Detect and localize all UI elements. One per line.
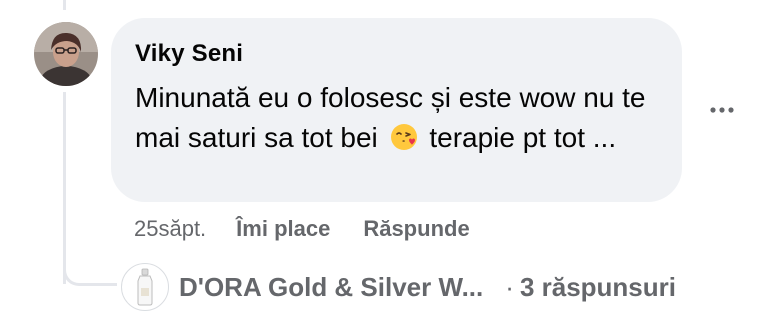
more-options-button[interactable] [702, 96, 742, 124]
reply-separator: · [505, 271, 514, 302]
comment-actions: 25săpt. Îmi place Răspunde [134, 215, 503, 243]
comment-timestamp[interactable]: 25săpt. [134, 216, 206, 242]
reply-count: 3 răspunsuri [519, 271, 676, 302]
replier-avatar [121, 263, 169, 311]
comment-text-part2: terapie pt tot ... [429, 122, 617, 153]
replier-name: D'ORA Gold & Silver W... [179, 271, 484, 302]
view-replies-link[interactable]: D'ORA Gold & Silver W... · 3 răspunsuri [121, 262, 676, 312]
comment-thread: Viky Seni Minunată eu o folosesc și este… [0, 0, 772, 314]
like-button[interactable]: Îmi place [236, 216, 330, 242]
avatar[interactable] [34, 22, 98, 86]
comment-bubble: Viky Seni Minunată eu o folosesc și este… [111, 18, 682, 202]
reply-button[interactable]: Răspunde [363, 216, 469, 242]
brand-bottle-logo-icon [137, 268, 153, 306]
comment-author[interactable]: Viky Seni [135, 40, 658, 68]
more-options-icon [710, 107, 734, 113]
thread-connector [63, 246, 117, 286]
face-blowing-kiss-icon [390, 122, 418, 150]
thread-line-top [63, 0, 66, 10]
comment-text: Minunată eu o folosesc și este wow nu te… [135, 78, 655, 158]
user-avatar-icon [34, 22, 98, 86]
